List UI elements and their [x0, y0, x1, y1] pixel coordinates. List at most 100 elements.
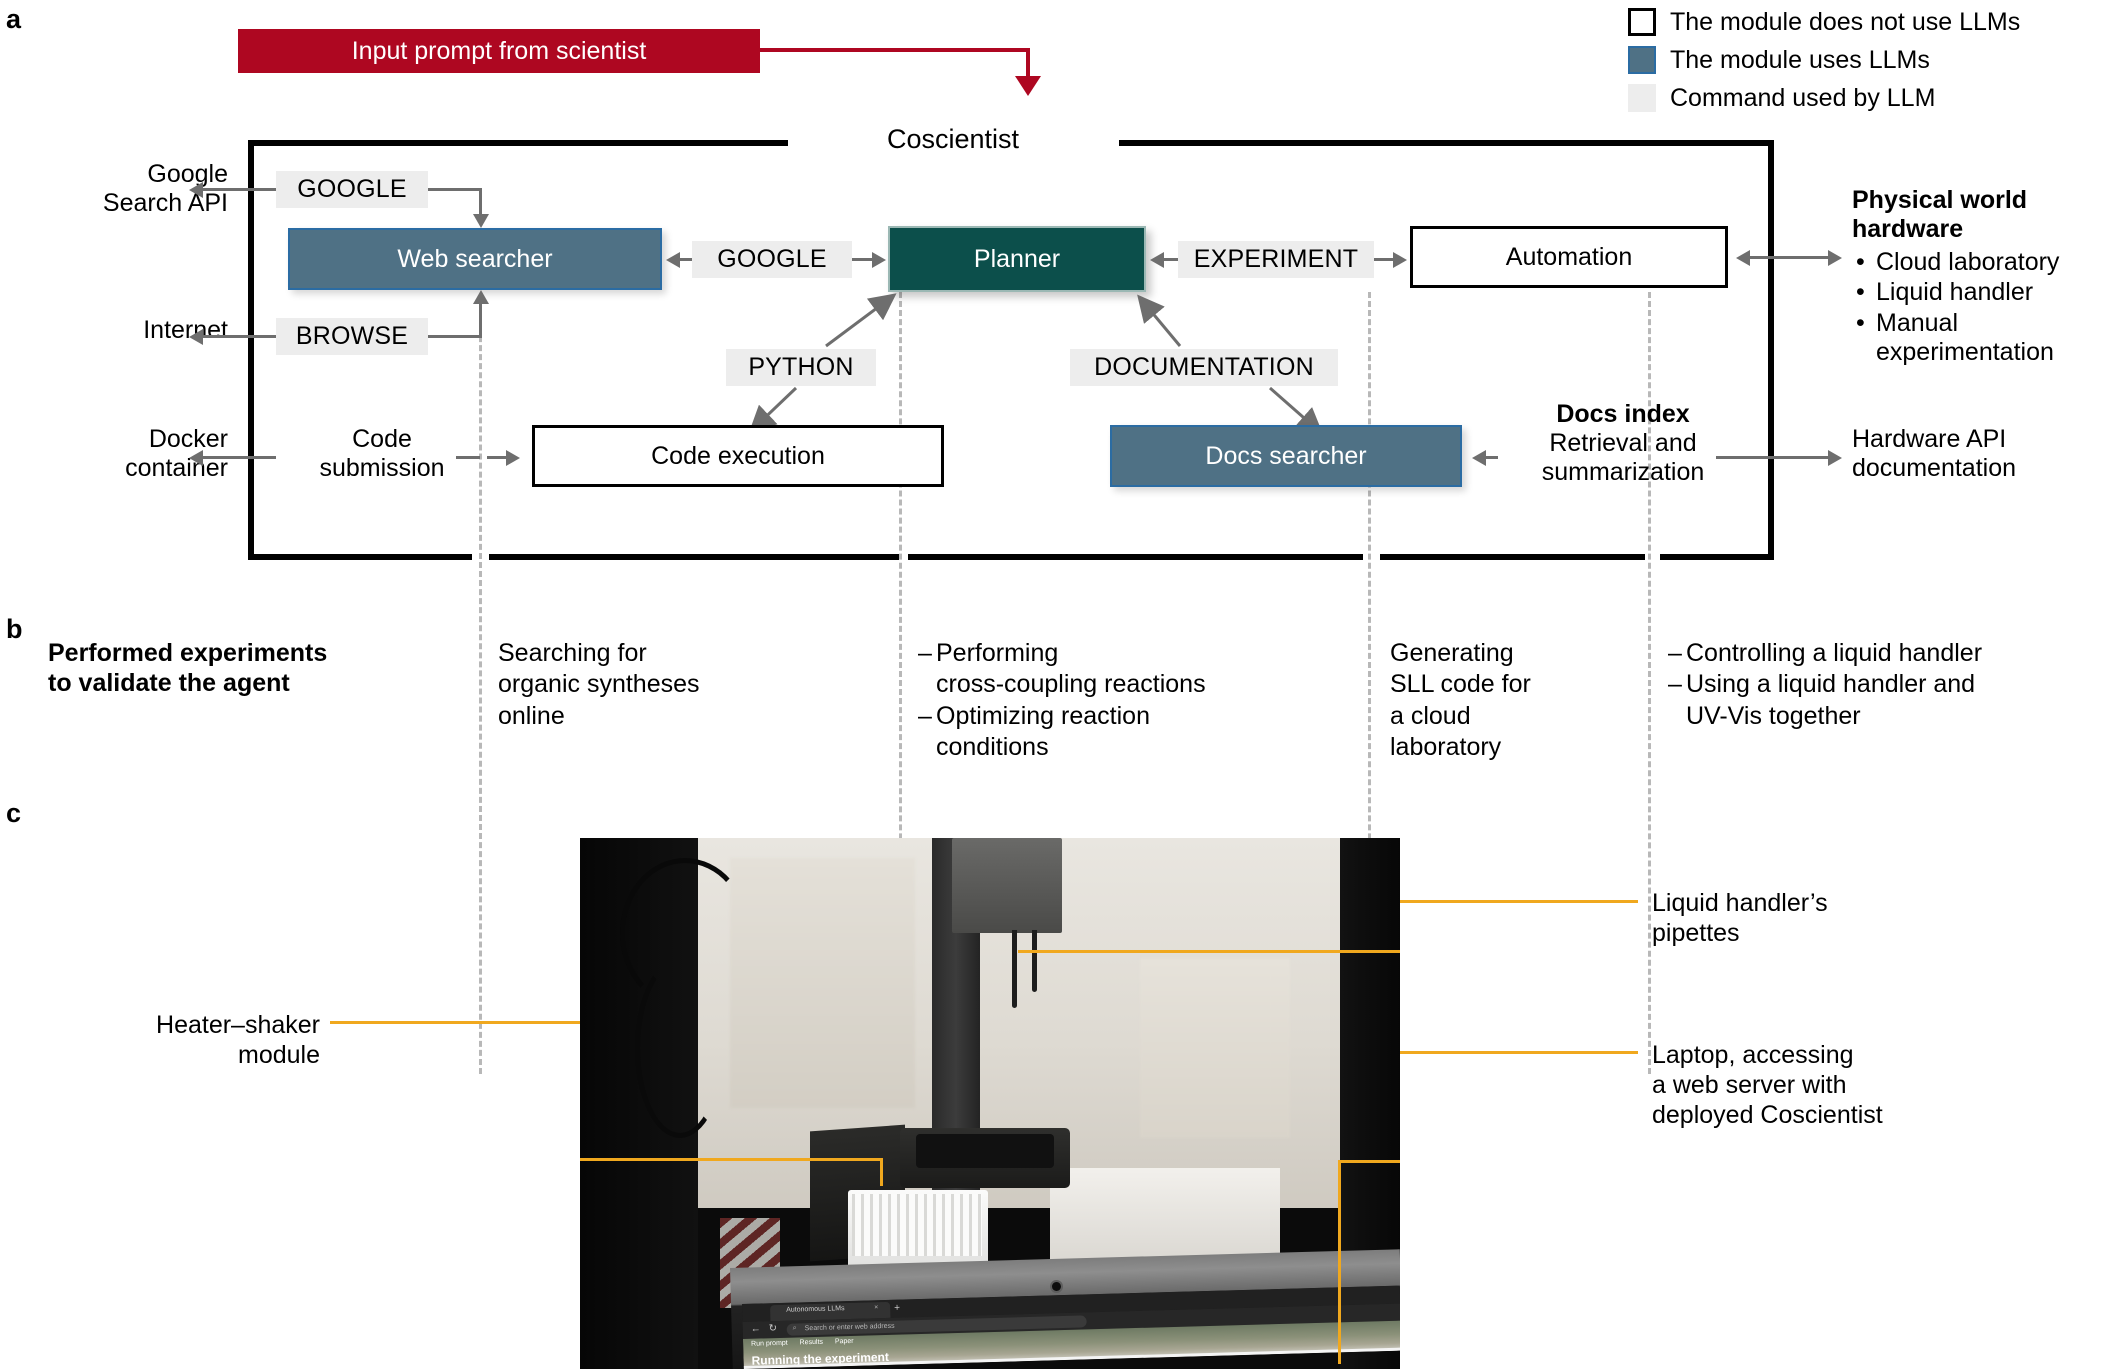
- browser-back-icon[interactable]: ←: [751, 1323, 761, 1334]
- browser-new-tab-icon[interactable]: +: [894, 1303, 900, 1314]
- arrow-head-to-automation-icon: [1393, 252, 1407, 268]
- panel-letter-c: c: [6, 798, 22, 828]
- annotation-laptop-line3: deployed Coscientist: [1652, 1101, 1883, 1129]
- photo-reagent-bottles: [1140, 958, 1290, 1138]
- coscientist-frame-top-left: [248, 140, 788, 146]
- lab-photograph: Autonomous LLMs × + ← ↻ ⌕ Search or ente…: [580, 838, 1400, 1369]
- annotation-laptop-line1: Laptop, accessing: [1652, 1041, 1854, 1069]
- panel-b-column-hardware-control: – Controlling a liquid handler – Using a…: [1668, 638, 2107, 732]
- label-hardware-api-documentation: Hardware API documentation: [1852, 425, 2102, 483]
- arrow-head-to-physical-world-icon: [1828, 250, 1842, 266]
- leader-laptop-in-photo: [1338, 1160, 1400, 1163]
- legend-label-command: Command used by LLM: [1670, 83, 1936, 112]
- physical-world-item-manual-line1: Manual: [1876, 308, 1958, 337]
- command-chip-experiment: EXPERIMENT: [1178, 241, 1374, 278]
- arrow-python-to-code-execution: [748, 386, 798, 434]
- panel-b-planning-item-2: – Optimizing reaction conditions: [918, 701, 1318, 764]
- physical-world-title-line2: hardware: [1852, 214, 1964, 243]
- annotation-laptop: Laptop, accessing a web server with depl…: [1652, 1040, 2082, 1130]
- dash-bullet-icon: –: [1668, 670, 1682, 699]
- annotation-laptop-line2: a web server with: [1652, 1071, 1847, 1099]
- physical-world-item-cloud-lab: Cloud laboratory: [1856, 248, 2107, 278]
- module-code-execution[interactable]: Code execution: [532, 425, 944, 487]
- module-docs-searcher[interactable]: Docs searcher: [1110, 425, 1462, 487]
- input-prompt-box: Input prompt from scientist: [238, 29, 760, 73]
- label-docs-index: Docs index Retrieval and summarization: [1498, 400, 1748, 486]
- label-google-search-api-line1: Google: [147, 160, 228, 188]
- arrow-line-code-submission-right: [456, 456, 480, 459]
- photo-pipette-tip-right: [1032, 930, 1037, 992]
- physical-world-item-manual: Manual experimentation: [1856, 308, 2107, 368]
- panel-b-code-gen-line4: laboratory: [1390, 732, 1502, 761]
- legend-item-command: Command used by LLM: [1628, 80, 2107, 116]
- arrow-documentation-to-planner: [1137, 294, 1182, 347]
- panel-letter-a: a: [6, 4, 22, 34]
- annotation-heater-shaker-line1: Heater–shaker: [156, 1011, 320, 1039]
- panel-b-code-gen-line2: SLL code for: [1390, 670, 1531, 699]
- coscientist-frame-bottom-2: [489, 554, 899, 560]
- panel-b-code-gen-line1: Generating: [1390, 639, 1514, 667]
- dashed-guide-1: [479, 318, 482, 1074]
- label-docker-line1: Docker: [148, 425, 228, 453]
- legend-item-no-llm: The module does not use LLMs: [1628, 4, 2107, 40]
- arrow-line-to-google-api: [202, 188, 278, 191]
- panel-b-column-planning: – Performing cross-coupling reactions – …: [918, 638, 1318, 763]
- annotation-heater-shaker: Heater–shaker module: [30, 1010, 320, 1070]
- physical-world-item-liquid-handler: Liquid handler: [1856, 278, 2107, 308]
- webapp-nav-paper[interactable]: Paper: [835, 1338, 854, 1346]
- search-icon: ⌕: [792, 1324, 797, 1332]
- webapp-nav-run-prompt[interactable]: Run prompt: [751, 1340, 788, 1348]
- arrow-head-to-google-api-icon: [189, 182, 203, 198]
- panel-b-web-search-line2: organic syntheses: [498, 670, 700, 699]
- panel-b-planning-item-2-line1: Optimizing reaction: [936, 701, 1150, 730]
- panel-b-hardware-item-1-line1: Controlling a liquid handler: [1686, 639, 1983, 667]
- panel-b-code-gen-line3: a cloud: [1390, 701, 1471, 730]
- annotation-liquid-handler-pipettes: Liquid handler’s pipettes: [1652, 888, 2072, 948]
- google-left-elbow-v: [479, 188, 482, 216]
- photo-deck-well: [916, 1134, 1054, 1168]
- photo-pipetting-head: [952, 838, 1062, 933]
- leader-heater-in-photo: [580, 1158, 882, 1161]
- arrow-head-to-hardware-api-icon: [1828, 450, 1842, 466]
- webapp-nav-results[interactable]: Results: [800, 1339, 824, 1347]
- label-hardware-api-line2: documentation: [1852, 453, 2017, 482]
- module-planner[interactable]: Planner: [888, 226, 1146, 292]
- panel-b-title-line1: Performed experiments: [48, 639, 328, 667]
- panel-b-title-line2: to validate the agent: [48, 669, 290, 697]
- arrow-python-to-planner: [825, 293, 897, 348]
- legend-label-uses-llm: The module uses LLMs: [1670, 45, 1930, 74]
- browser-tab-close-icon[interactable]: ×: [874, 1304, 878, 1311]
- physical-world-title-line1: Physical world: [1852, 186, 2028, 214]
- label-code-submission-line2: submission: [319, 453, 445, 482]
- leader-heater-drop-in-photo: [880, 1158, 883, 1186]
- panel-letter-b: b: [6, 614, 23, 644]
- browse-elbow-v: [479, 303, 482, 337]
- panel-b-planning-item-1-line2: cross-coupling reactions: [936, 670, 1206, 699]
- google-left-arrow-head-icon: [473, 214, 489, 228]
- leader-pipettes-in-photo: [1018, 950, 1400, 953]
- input-arrow-horizontal: [760, 48, 1030, 52]
- legend: The module does not use LLMs The module …: [1628, 4, 2107, 118]
- label-code-submission: Code submission: [287, 425, 477, 483]
- physical-world-title: Physical world hardware: [1852, 186, 2107, 244]
- panel-b-column-code-generation: Generating SLL code for a cloud laborato…: [1390, 638, 1640, 763]
- annotation-pipettes-line2: pipettes: [1652, 919, 1740, 947]
- leader-laptop-riser-in-photo: [1338, 1160, 1341, 1364]
- panel-b-hardware-item-2-line2: UV-Vis together: [1686, 701, 1861, 730]
- arrow-line-docs-index-right: [1716, 456, 1834, 459]
- coscientist-frame-bottom-4: [1380, 554, 1645, 560]
- dash-bullet-icon: –: [918, 701, 932, 730]
- module-web-searcher[interactable]: Web searcher: [288, 228, 662, 290]
- python-arrows-group: [748, 293, 897, 434]
- arrow-head-to-code-execution-icon: [506, 450, 520, 466]
- dash-bullet-icon: –: [918, 639, 932, 667]
- label-google-search-api-line2: Search API: [102, 188, 228, 217]
- photo-cable-2: [635, 958, 725, 1138]
- leader-laptop-line: [1400, 1051, 1638, 1054]
- arrow-line-google-mid-right: [852, 258, 874, 261]
- label-docs-index-line1: Retrieval and: [1549, 428, 1697, 457]
- panel-b-hardware-item-2: – Using a liquid handler and UV-Vis toge…: [1668, 669, 2107, 732]
- module-automation[interactable]: Automation: [1410, 226, 1728, 288]
- physical-world-item-manual-line2: experimentation: [1876, 338, 2054, 366]
- browser-reload-icon[interactable]: ↻: [769, 1323, 778, 1334]
